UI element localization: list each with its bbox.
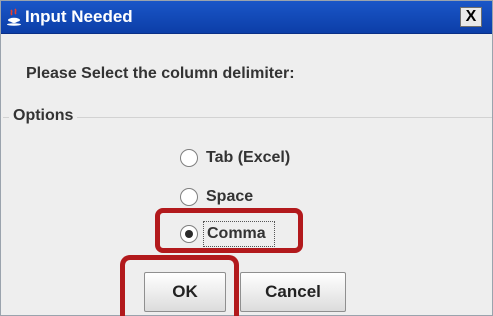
input-dialog: Input Needed X Please Select the column …: [0, 0, 493, 316]
comma-highlight-annotation: [155, 208, 303, 253]
option-label-tab-excel[interactable]: Tab (Excel): [206, 149, 290, 167]
close-icon: X: [465, 8, 477, 25]
radio-space[interactable]: [180, 188, 198, 206]
window-title: Input Needed: [25, 7, 133, 26]
ok-highlight-annotation: [120, 255, 239, 316]
options-legend: Options: [9, 107, 78, 125]
prompt-text: Please Select the column delimiter:: [26, 65, 295, 82]
title-bar[interactable]: Input Needed X: [1, 1, 492, 34]
radio-tab-excel[interactable]: [180, 149, 198, 167]
java-coffee-icon: [7, 8, 21, 26]
close-button[interactable]: X: [460, 7, 482, 27]
option-label-space[interactable]: Space: [206, 188, 253, 206]
cancel-button[interactable]: Cancel: [240, 272, 346, 312]
